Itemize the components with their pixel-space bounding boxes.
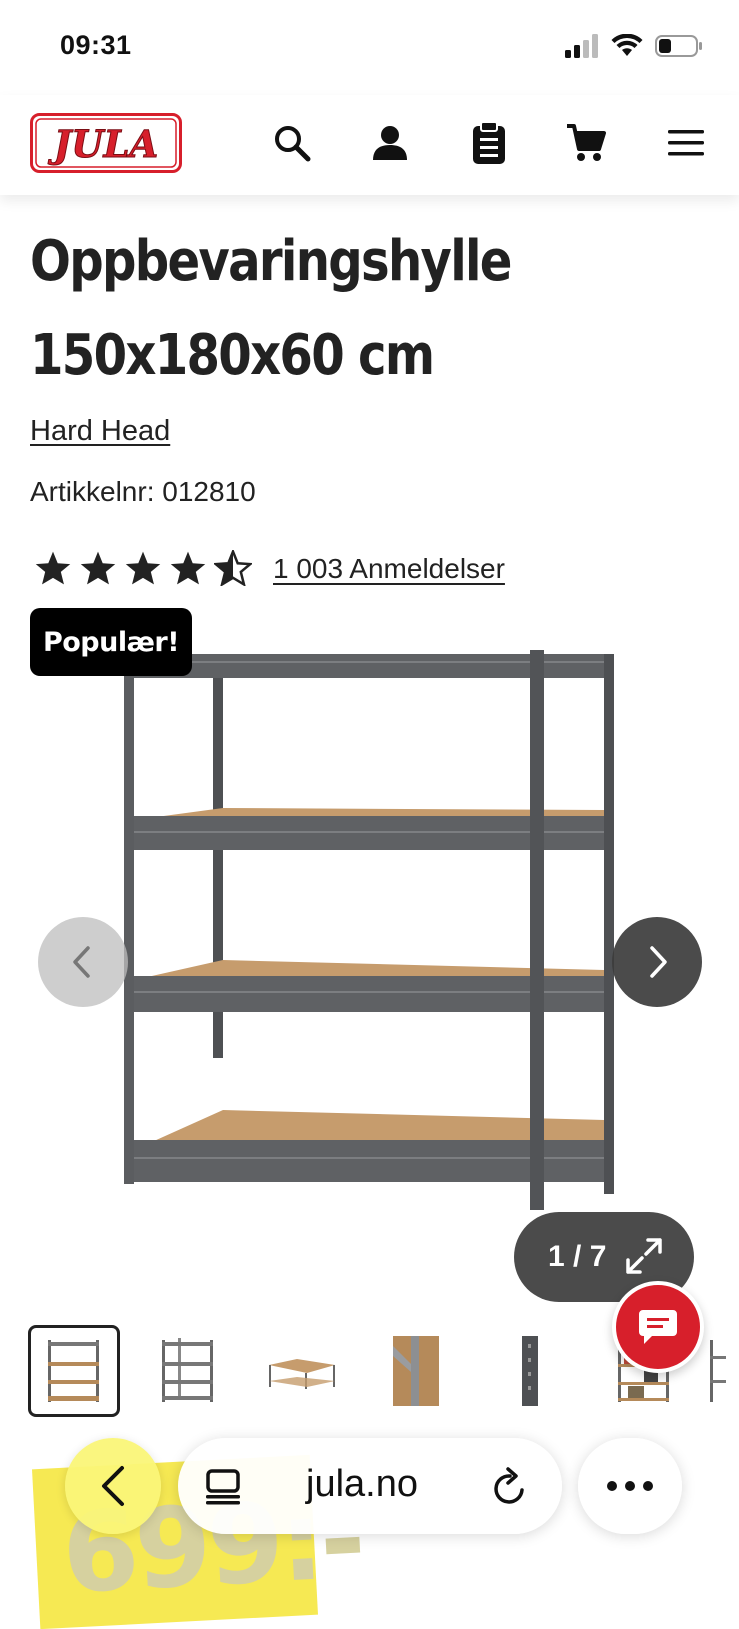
browser-toolbar: jula.no — [0, 1420, 739, 1600]
half-star-icon — [214, 550, 252, 586]
browser-back-button[interactable] — [65, 1438, 161, 1534]
status-bar: 09:31 — [0, 0, 739, 95]
jula-logo[interactable]: JULA — [30, 113, 182, 173]
gallery-prev-button[interactable] — [38, 917, 128, 1007]
gallery-next-button[interactable] — [612, 917, 702, 1007]
article-label: Artikkelnr: — [30, 476, 155, 507]
expand-icon[interactable] — [624, 1236, 664, 1276]
status-time: 09:31 — [60, 30, 132, 60]
star-icon — [35, 551, 71, 585]
product-title-line2: 150x180x60 cm — [30, 323, 435, 388]
wifi-icon — [611, 34, 643, 56]
address-bar[interactable]: jula.no — [178, 1438, 562, 1534]
signal-icon — [565, 34, 598, 58]
thumbnail-5[interactable] — [484, 1325, 576, 1417]
thumbnail-4[interactable] — [370, 1325, 462, 1417]
brand-link[interactable]: Hard Head — [30, 415, 170, 448]
browser-more-button[interactable] — [578, 1438, 682, 1534]
chevron-left-icon — [73, 946, 90, 978]
chat-button[interactable] — [612, 1281, 704, 1373]
thumbnail-1[interactable] — [28, 1325, 120, 1417]
chat-icon — [639, 1310, 677, 1344]
account-icon[interactable] — [366, 119, 414, 167]
gallery-counter-text: 1 / 7 — [548, 1240, 607, 1273]
thumbnail-3[interactable] — [256, 1325, 348, 1417]
product-gallery[interactable]: 1 / 7 — [0, 640, 739, 1302]
star-icon — [80, 551, 116, 585]
cart-icon[interactable] — [562, 119, 610, 167]
star-icon — [125, 551, 161, 585]
chevron-right-icon — [650, 946, 667, 978]
battery-icon — [655, 35, 702, 57]
star-icon — [170, 551, 206, 585]
article-number: Artikkelnr: 012810 — [30, 476, 256, 508]
url-text: jula.no — [306, 1463, 418, 1505]
reviews-link[interactable]: 1 003 Anmeldelser — [273, 553, 505, 585]
site-header: JULA — [0, 95, 739, 195]
product-title-line1: Oppbevaringshylle — [30, 229, 512, 294]
popular-badge: Populær! — [30, 608, 192, 676]
menu-icon[interactable] — [662, 119, 710, 167]
reload-icon[interactable] — [490, 1466, 530, 1508]
thumbnail-2[interactable] — [142, 1325, 234, 1417]
tabs-icon — [206, 1469, 240, 1505]
status-icons — [565, 34, 703, 58]
search-icon[interactable] — [268, 119, 316, 167]
product-title: Oppbevaringshylle 150x180x60 cm — [30, 215, 615, 403]
rating-stars[interactable] — [34, 550, 252, 586]
chevron-left-icon — [102, 1466, 124, 1506]
more-icon — [607, 1481, 653, 1491]
article-value: 012810 — [162, 476, 256, 507]
logo-text: JULA — [48, 122, 159, 166]
clipboard-icon[interactable] — [465, 119, 513, 167]
